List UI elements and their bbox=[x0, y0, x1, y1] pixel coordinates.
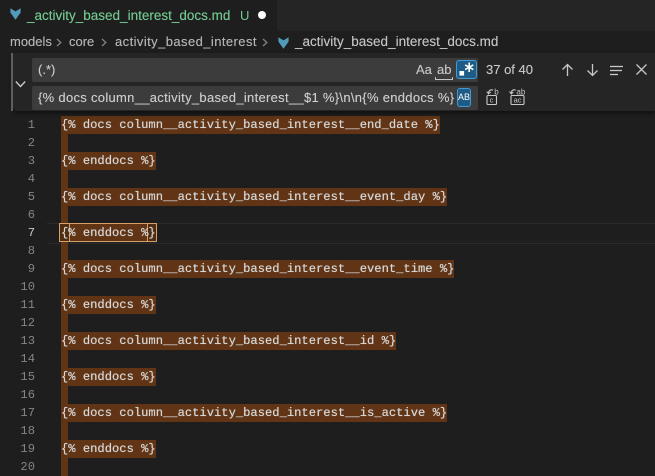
svg-text:c: c bbox=[490, 96, 494, 105]
svg-text:ac: ac bbox=[514, 96, 522, 105]
svg-text:b: b bbox=[494, 88, 499, 97]
